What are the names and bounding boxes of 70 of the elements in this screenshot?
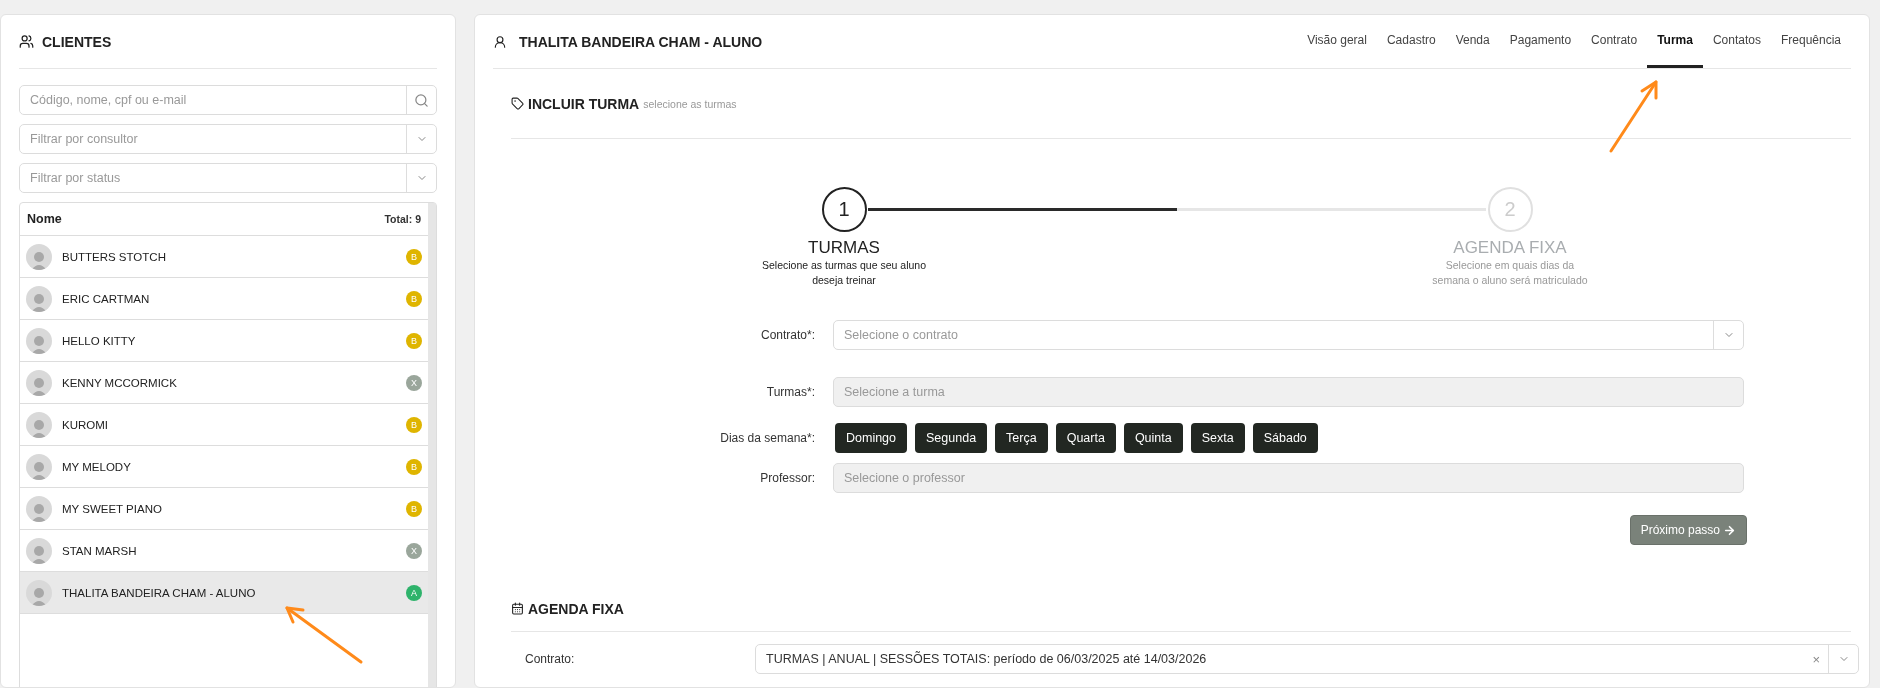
status-badge: A (406, 584, 422, 601)
status-badge: B (406, 248, 422, 265)
status-badge: B (406, 332, 422, 349)
section-hint: selecione as turmas (643, 97, 737, 110)
avatar-icon (26, 369, 52, 396)
client-row[interactable]: THALITA BANDEIRA CHAM - ALUNO A (20, 572, 428, 614)
users-icon (19, 34, 34, 49)
client-name: ERIC CARTMAN (62, 292, 151, 305)
scrollbar[interactable] (428, 203, 436, 687)
arrow-right-icon (1723, 523, 1736, 537)
weekday-button[interactable]: Terça (995, 423, 1048, 453)
weekday-button[interactable]: Segunda (915, 423, 988, 453)
clear-button[interactable]: × (1804, 651, 1828, 667)
tab[interactable]: Venda (1445, 15, 1500, 68)
tab[interactable]: Contrato (1581, 15, 1648, 68)
weekday-button[interactable]: Sábado (1252, 423, 1318, 453)
tab[interactable]: Turma (1647, 15, 1703, 68)
avatar-icon (26, 411, 52, 438)
field-label: Contrato*: (759, 328, 815, 342)
status-badge: B (406, 416, 422, 433)
avatar-icon (26, 243, 52, 270)
tab[interactable]: Contatos (1702, 15, 1771, 68)
total-count: Total: 9 (384, 213, 421, 225)
status-badge: B (406, 458, 422, 475)
avatar-icon (26, 579, 52, 606)
client-name: KUROMI (62, 418, 109, 431)
tab[interactable]: Pagamento (1499, 15, 1582, 68)
client-name: KENNY MCCORMICK (62, 376, 178, 389)
tab[interactable]: Visão geral (1297, 15, 1377, 68)
client-name: MY SWEET PIANO (62, 502, 163, 515)
section-title: INCLUIR TURMA (528, 95, 640, 112)
client-name: HELLO KITTY (62, 334, 137, 347)
student-name: THALITA BANDEIRA CHAM - ALUNO (519, 33, 763, 50)
field-label: Turmas*: (765, 385, 815, 399)
avatar-icon (26, 285, 52, 312)
client-name: THALITA BANDEIRA CHAM - ALUNO (62, 586, 257, 599)
step-circle: 1 (821, 187, 867, 232)
avatar-icon (26, 495, 52, 522)
field-label: Contrato: (525, 652, 576, 666)
weekday-button[interactable]: Domingo (835, 423, 908, 453)
calendar-icon (511, 602, 524, 615)
field-label: Professor: (759, 471, 815, 485)
avatar-icon (26, 537, 52, 564)
user-icon (493, 34, 507, 49)
contract-select[interactable]: TURMAS | ANUAL | SESSÕES TOTAIS: período de 06/03/2025 até 14/03/2026 × (755, 644, 1859, 674)
weekday-button[interactable]: Sexta (1190, 423, 1245, 453)
client-name: MY MELODY (62, 460, 132, 473)
client-name: BUTTERS STOTCH (62, 250, 167, 263)
client-name: STAN MARSH (62, 544, 138, 557)
step-title: AGENDA FIXA (1453, 238, 1567, 258)
tab[interactable]: Frequência (1770, 15, 1851, 68)
search-icon (414, 92, 429, 108)
weekday-button[interactable]: Quinta (1123, 423, 1183, 453)
panel-title: CLIENTES (42, 33, 112, 50)
column-header: Nome (27, 212, 62, 226)
avatar-icon (26, 453, 52, 480)
tab[interactable]: Cadastro (1376, 15, 1446, 68)
status-badge: B (406, 500, 422, 517)
section-title: AGENDA FIXA (528, 600, 624, 617)
status-badge: X (406, 542, 422, 559)
status-badge: X (406, 374, 422, 391)
weekday-button[interactable]: Quarta (1055, 423, 1116, 453)
field-label: Dias da semana*: (719, 431, 815, 445)
step-description: Selecione as turmas que seu aluno deseja treinar (761, 258, 927, 288)
step-description: Selecione em quais dias da semana o aluno será matriculado (1431, 258, 1589, 288)
next-step-button[interactable]: Próximo passo (1629, 515, 1747, 545)
step-title: TURMAS (808, 238, 880, 258)
tag-icon (511, 97, 524, 110)
status-badge: B (406, 290, 422, 307)
avatar-icon (26, 327, 52, 354)
